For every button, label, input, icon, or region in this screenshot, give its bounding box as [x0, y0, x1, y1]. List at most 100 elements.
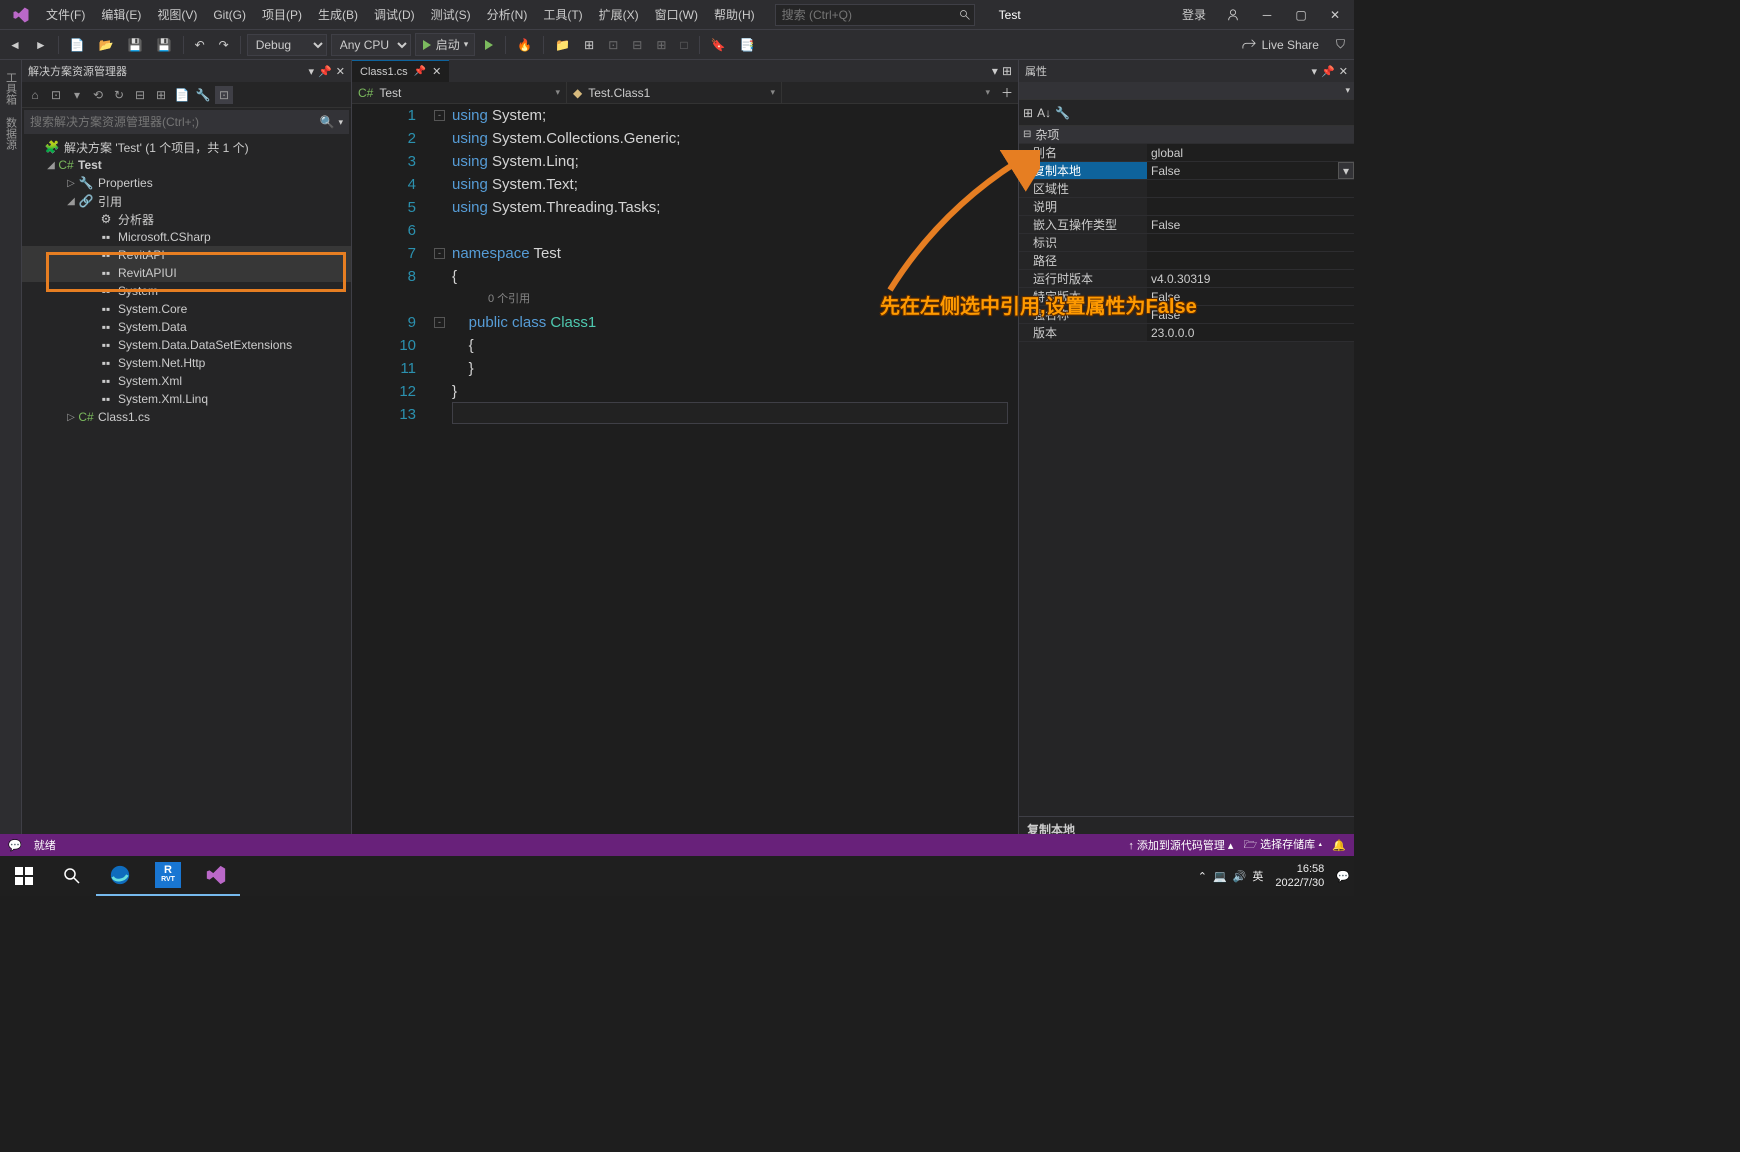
fold-minus-icon[interactable]: - — [434, 110, 445, 121]
menu-window[interactable]: 窗口(W) — [647, 2, 706, 27]
start-button[interactable] — [0, 856, 48, 896]
property-row[interactable]: 说明 — [1019, 198, 1354, 216]
se-home-icon[interactable]: ⌂ — [26, 86, 44, 104]
tree-ref-analyzer[interactable]: ⚙ 分析器 — [22, 210, 351, 228]
maximize-button[interactable]: ▢ — [1286, 0, 1316, 30]
properties-object-combo[interactable]: ▾ — [1019, 82, 1354, 100]
taskbar-edge[interactable] — [96, 856, 144, 896]
property-row[interactable]: 标识 — [1019, 234, 1354, 252]
taskbar-vs[interactable] — [192, 856, 240, 896]
tree-project[interactable]: ◢ C# Test — [22, 156, 351, 174]
property-category[interactable]: ⊟ 杂项 — [1019, 126, 1354, 144]
open-button[interactable]: 📂 — [94, 35, 119, 55]
tree-ref-systemdse[interactable]: ▪▪ System.Data.DataSetExtensions — [22, 336, 351, 354]
property-value[interactable]: 23.0.0.0 — [1147, 324, 1354, 341]
caret-collapsed-icon[interactable]: ▷ — [64, 412, 78, 423]
se-refresh-icon[interactable]: ↻ — [110, 86, 128, 104]
tb-icon-2[interactable]: ⊡ — [603, 35, 623, 55]
search-icon[interactable]: 🔍 — [320, 115, 335, 129]
tray-notifications-icon[interactable]: 💬 — [1336, 870, 1350, 883]
menu-debug[interactable]: 调试(D) — [366, 2, 423, 27]
property-value[interactable] — [1147, 180, 1354, 197]
menu-edit[interactable]: 编辑(E) — [93, 2, 149, 27]
property-row[interactable]: 别名global — [1019, 144, 1354, 162]
panel-pin-icon[interactable]: 📌 — [318, 65, 332, 78]
bookmark-button[interactable]: 🔖 — [706, 35, 731, 55]
menu-help[interactable]: 帮助(H) — [706, 2, 763, 27]
property-row[interactable]: 版本23.0.0.0 — [1019, 324, 1354, 342]
property-row[interactable]: 运行时版本v4.0.30319 — [1019, 270, 1354, 288]
config-combo[interactable]: Debug — [247, 34, 327, 56]
property-value[interactable]: False — [1147, 162, 1338, 179]
side-tab-toolbox[interactable]: 工具箱 — [1, 66, 21, 111]
editor-tab-class1[interactable]: Class1.cs 📌 ✕ — [352, 60, 449, 82]
menu-project[interactable]: 项目(P) — [254, 2, 310, 27]
menu-git[interactable]: Git(G) — [205, 4, 254, 26]
pin-icon[interactable]: 📌 — [414, 66, 426, 77]
property-value[interactable] — [1147, 234, 1354, 251]
property-row[interactable]: 复制本地False▾ — [1019, 162, 1354, 180]
side-tab-datasources[interactable]: 数据源 — [1, 111, 21, 156]
tray-ime[interactable]: 英 — [1252, 868, 1263, 884]
live-share-button[interactable]: Live Share — [1234, 38, 1327, 52]
tree-ref-system[interactable]: ▪▪ System — [22, 282, 351, 300]
tab-close-icon[interactable]: ✕ — [432, 65, 441, 78]
redo-button[interactable]: ↷ — [214, 35, 234, 55]
tree-solution-root[interactable]: 🧩 解决方案 'Test' (1 个项目，共 1 个) — [22, 138, 351, 156]
browse-button[interactable]: 📁 — [550, 35, 575, 55]
tree-properties[interactable]: ▷ 🔧 Properties — [22, 174, 351, 192]
panel-dropdown-icon[interactable]: ▾ — [1312, 65, 1318, 78]
code-editor[interactable]: 12345 6789 10111213 - - - using System; … — [352, 104, 1018, 852]
panel-close-icon[interactable]: ✕ — [1339, 65, 1348, 78]
save-all-button[interactable]: 💾 — [152, 35, 177, 55]
property-value[interactable]: v4.0.30319 — [1147, 270, 1354, 287]
collapse-icon[interactable]: ⊟ — [1023, 129, 1031, 140]
fold-minus-icon[interactable]: - — [434, 248, 445, 259]
menu-extensions[interactable]: 扩展(X) — [591, 2, 647, 27]
se-preview-icon[interactable]: ⊡ — [215, 86, 233, 104]
nav-project-combo[interactable]: C# Test▾ — [352, 82, 567, 103]
nav-fwd-button[interactable]: ► — [30, 35, 52, 55]
tree-ref-systemcore[interactable]: ▪▪ System.Core — [22, 300, 351, 318]
se-icon-1[interactable]: ⊡ — [47, 86, 65, 104]
property-value[interactable]: False — [1147, 216, 1354, 233]
menu-tools[interactable]: 工具(T) — [535, 2, 590, 27]
notifications-icon[interactable]: 🔔 — [1332, 839, 1346, 852]
dropdown-icon[interactable]: ▾ — [1338, 162, 1354, 179]
property-value[interactable]: global — [1147, 144, 1354, 161]
search-button[interactable] — [48, 856, 96, 896]
tray-show-desktop-icon[interactable]: ⌃ — [1198, 870, 1207, 883]
se-sync-icon[interactable]: ⟲ — [89, 86, 107, 104]
taskbar-clock[interactable]: 16:582022/7/30 — [1269, 862, 1330, 890]
property-value[interactable] — [1147, 198, 1354, 215]
search-dropdown-icon[interactable]: ▾ — [338, 117, 343, 128]
caret-collapsed-icon[interactable]: ▷ — [64, 178, 78, 189]
menu-file[interactable]: 文件(F) — [38, 2, 93, 27]
code-content[interactable]: using System; using System.Collections.G… — [452, 104, 1018, 852]
se-icon-2[interactable]: ▾ — [68, 86, 86, 104]
solution-tree[interactable]: 🧩 解决方案 'Test' (1 个项目，共 1 个) ◢ C# Test ▷ … — [22, 136, 351, 852]
editor-dd-icon[interactable]: ▾ — [992, 64, 998, 78]
close-button[interactable]: ✕ — [1320, 0, 1350, 30]
nav-class-combo[interactable]: ◆ Test.Class1▾ — [567, 82, 782, 103]
se-files-icon[interactable]: 📄 — [173, 86, 191, 104]
nav-back-button[interactable]: ◄ — [4, 35, 26, 55]
solution-explorer-titlebar[interactable]: 解决方案资源管理器 ▾ 📌 ✕ — [22, 60, 351, 82]
tb-icon-4[interactable]: ⊞ — [651, 35, 671, 55]
start-debug-button[interactable]: 启动 ▾ — [415, 33, 476, 56]
tb-icon-5[interactable]: □ — [675, 35, 692, 55]
start-without-debug-button[interactable] — [479, 37, 499, 53]
menu-test[interactable]: 测试(S) — [423, 2, 479, 27]
tree-ref-systemnethttp[interactable]: ▪▪ System.Net.Http — [22, 354, 351, 372]
repo-select-button[interactable]: 选择存储库 — [1260, 839, 1315, 851]
tree-file-class1[interactable]: ▷ C# Class1.cs — [22, 408, 351, 426]
tray-sound-icon[interactable]: 🔊 — [1233, 870, 1247, 883]
property-row[interactable]: 区域性 — [1019, 180, 1354, 198]
new-item-button[interactable]: 📄 — [65, 35, 90, 55]
output-icon[interactable]: 💬 — [8, 839, 22, 852]
property-pages-icon[interactable]: 🔧 — [1055, 106, 1070, 120]
hot-reload-button[interactable]: 🔥 — [512, 35, 537, 55]
se-properties-icon[interactable]: 🔧 — [194, 86, 212, 104]
tree-ref-revitapiui[interactable]: ▪▪ RevitAPIUI — [22, 264, 351, 282]
global-search[interactable] — [775, 4, 975, 26]
